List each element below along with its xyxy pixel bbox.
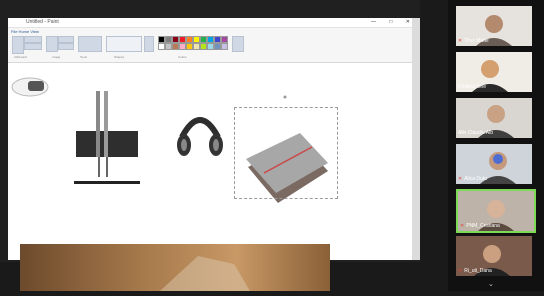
color-swatch[interactable] xyxy=(200,36,207,43)
participant-name: Alica Dutu xyxy=(464,176,487,182)
mic-muted-icon: ✕ xyxy=(460,223,465,229)
resize-button[interactable] xyxy=(58,43,74,50)
participant-tile[interactable]: Alin Claudiu Alb xyxy=(456,98,532,138)
copy-button[interactable] xyxy=(24,43,42,50)
mic-muted-icon: ✕ xyxy=(458,38,463,44)
group-label-shapes: Shapes xyxy=(114,55,125,59)
color-swatch[interactable] xyxy=(221,43,228,50)
crop-button[interactable] xyxy=(58,36,74,43)
color-swatch[interactable] xyxy=(165,43,172,50)
vertical-scrollbar[interactable] xyxy=(412,18,420,260)
select-button[interactable] xyxy=(46,36,58,52)
group-label-image: Image xyxy=(52,55,61,59)
edit-colors-button[interactable] xyxy=(232,36,244,52)
color-swatch[interactable] xyxy=(158,43,165,50)
color-swatch[interactable] xyxy=(214,36,221,43)
color-swatch[interactable] xyxy=(179,36,186,43)
participant-name: Titus Matei xyxy=(464,38,489,44)
participant-name: Ri_uti_Dana xyxy=(464,268,492,274)
color-swatch[interactable] xyxy=(186,43,193,50)
participant-name: Alin Claudiu Alb xyxy=(458,130,494,136)
screen-share-area: Untitled - Paint — □ ✕ File Home View Cl… xyxy=(0,0,420,262)
color-swatch[interactable] xyxy=(200,43,207,50)
shapes-gallery[interactable] xyxy=(106,36,142,52)
participant-tile[interactable]: Cristina Ione xyxy=(456,52,532,92)
color-swatch[interactable] xyxy=(172,36,179,43)
canvas-artwork xyxy=(11,77,328,203)
color-swatch[interactable] xyxy=(172,43,179,50)
color-swatch[interactable] xyxy=(165,36,172,43)
color-swatch[interactable] xyxy=(193,43,200,50)
color-swatch[interactable] xyxy=(193,36,200,43)
participant-panel: ✕ Titus Matei Cristina Ione Alin Claudiu … xyxy=(448,0,544,291)
participant-tile[interactable]: ✕ Ri_uti_Dana xyxy=(456,236,532,276)
color-swatch[interactable] xyxy=(179,43,186,50)
paste-button[interactable] xyxy=(12,36,24,54)
color-swatch[interactable] xyxy=(221,36,228,43)
drawing-canvas[interactable] xyxy=(8,63,420,260)
participant-tile[interactable]: ✕ Alica Dutu xyxy=(456,144,532,184)
group-label-colors: Colors xyxy=(178,55,187,59)
ribbon-menu[interactable]: File Home View xyxy=(11,29,39,34)
group-label-clipboard: Clipboard xyxy=(14,55,27,59)
fitness-band-image xyxy=(11,77,49,97)
window-controls[interactable]: — □ ✕ xyxy=(371,19,416,25)
color-swatch[interactable] xyxy=(207,36,214,43)
color-swatch[interactable] xyxy=(158,36,165,43)
app-title: Untitled - Paint xyxy=(26,19,59,25)
tools-group[interactable] xyxy=(78,36,102,52)
headphones-image xyxy=(177,117,223,156)
participant-name: PNM_Cristiana xyxy=(466,223,500,229)
color-swatch[interactable] xyxy=(186,36,193,43)
chevron-down-icon[interactable]: ⌄ xyxy=(488,280,494,288)
size-button[interactable] xyxy=(144,36,154,52)
pen-set-image xyxy=(74,91,140,184)
participant-tile[interactable]: ✕ Titus Matei xyxy=(456,6,532,46)
participant-name: Cristina Ione xyxy=(458,84,487,90)
ribbon: File Home View Clipboard Image Tools Sha… xyxy=(8,28,420,63)
title-bar: Untitled - Paint — □ ✕ xyxy=(8,18,420,28)
color-swatch[interactable] xyxy=(214,43,221,50)
group-label-tools: Tools xyxy=(80,55,88,59)
canvas-cursor xyxy=(283,95,287,99)
participant-tile-active-speaker[interactable]: ✕ PNM_Cristiana xyxy=(456,189,536,233)
mic-muted-icon: ✕ xyxy=(458,268,463,274)
mic-muted-icon: ✕ xyxy=(458,176,463,182)
cut-button[interactable] xyxy=(24,36,42,43)
color-swatch[interactable] xyxy=(207,43,214,50)
selection-box[interactable] xyxy=(234,107,338,199)
self-camera-view xyxy=(20,244,330,291)
paint-window: Untitled - Paint — □ ✕ File Home View Cl… xyxy=(8,18,420,260)
